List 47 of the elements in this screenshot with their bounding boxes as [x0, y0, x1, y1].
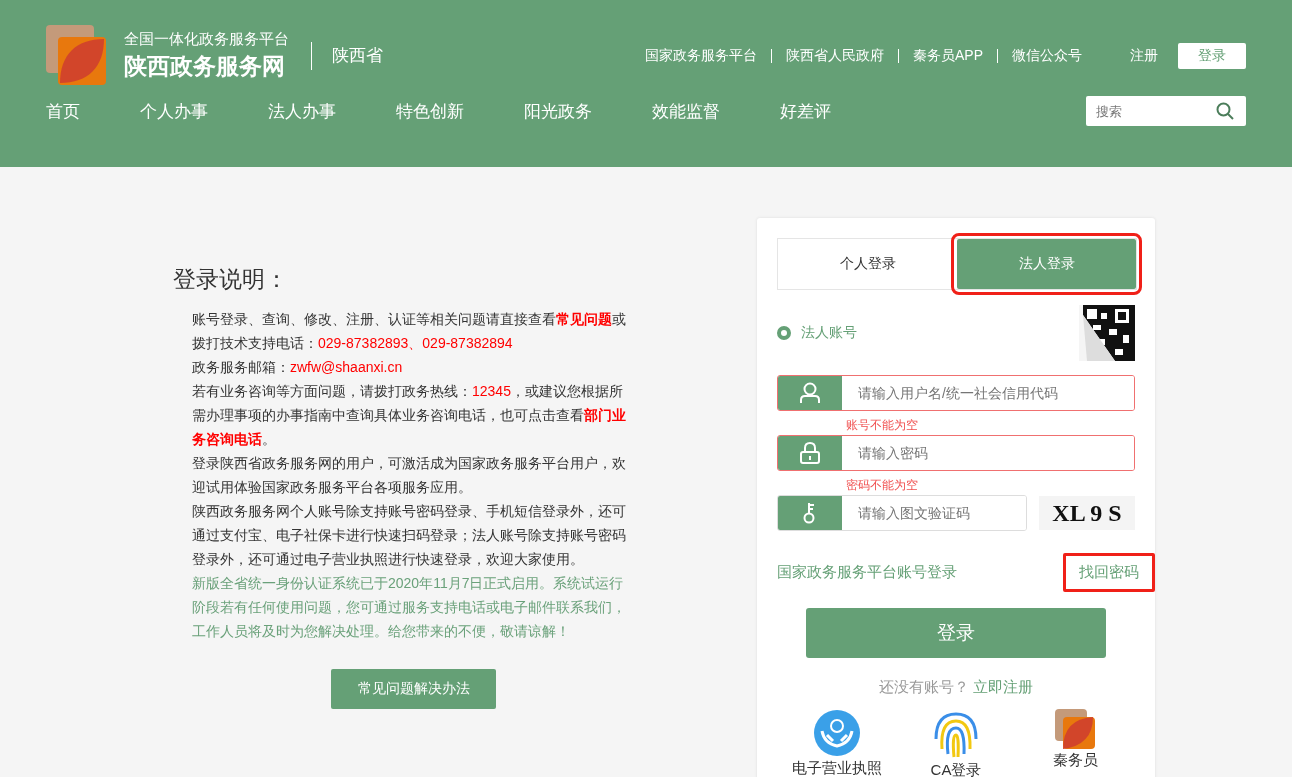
search-field[interactable]: 搜索	[1086, 96, 1246, 126]
nav-item[interactable]: 效能监督	[652, 99, 720, 123]
login-button[interactable]: 登录	[1178, 43, 1246, 69]
search-icon[interactable]	[1216, 102, 1234, 120]
login-method-label[interactable]: CA登录	[930, 761, 982, 777]
top-link[interactable]: 陕西省人民政府	[786, 47, 884, 65]
top-link[interactable]: 微信公众号	[1012, 47, 1082, 65]
region-label: 陕西省	[311, 42, 383, 70]
qr-code-icon[interactable]	[1079, 305, 1135, 361]
paragraph: 新版全省统一身份认证系统已于2020年11月7日正式启用。系统试运行阶段若有任何使用问题，您可通过服务支持电话或电子邮件联系我们，工作人员将及时为您解决处理。给您带来的不便，敬请谅解！	[192, 574, 627, 641]
paragraph: 政务服务邮箱：zwfw@shaanxi.cn	[192, 358, 404, 377]
top-link[interactable]: 秦务员APP	[913, 47, 983, 65]
key-icon	[803, 502, 817, 524]
login-method-label[interactable]: 秦务员	[1052, 751, 1098, 770]
paragraph: 若有业务咨询等方面问题，请拨打政务热线：12345，或建议您根据所需办理事项的办事指南中查询具体业务咨询电话，也可点击查看部门业务咨询电话。	[192, 382, 627, 449]
hands-globe-icon[interactable]	[812, 709, 861, 757]
radio-button[interactable]	[777, 326, 791, 340]
platform-subtitle: 全国一体化政务服务平台	[124, 30, 289, 49]
nav-item[interactable]: 特色创新	[396, 99, 464, 123]
error-message: 账号不能为空	[846, 417, 919, 433]
nav-item[interactable]: 首页	[46, 99, 80, 123]
forgot-password-link[interactable]: 找回密码	[1063, 553, 1155, 592]
account-type-label: 法人账号	[801, 324, 857, 342]
app-logo-icon[interactable]	[1055, 709, 1096, 749]
nav-item[interactable]: 个人办事	[140, 99, 208, 123]
nav-item[interactable]: 阳光政务	[524, 99, 592, 123]
site-title: 陕西政务服务网	[124, 52, 286, 81]
paragraph: 陕西政务服务网个人账号除支持账号密码登录、手机短信登录外，还可通过支付宝、电子社保卡进行快速扫码登录；法人账号除支持账号密码登录外，还可通过电子营业执照进行快速登录，欢迎大家使用。	[192, 502, 627, 569]
input-field[interactable]: 请输入用户名/统一社会信用代码	[777, 375, 1135, 411]
user-icon	[800, 382, 820, 404]
captcha-image[interactable]: XL 9 S	[1039, 496, 1135, 530]
paragraph: 登录陕西省政务服务网的用户，可激活成为国家政务服务平台用户，欢迎试用体验国家政务服务平台各项服务应用。	[192, 454, 627, 497]
register-link[interactable]: 立即注册	[973, 678, 1033, 697]
no-account-text: 还没有账号？	[879, 678, 969, 697]
lock-icon	[800, 442, 820, 464]
national-login-link[interactable]: 国家政务服务平台账号登录	[777, 563, 957, 582]
top-link[interactable]: 国家政务服务平台	[645, 47, 757, 65]
logo-icon	[46, 25, 108, 87]
login-method-label[interactable]: 电子营业执照	[791, 759, 882, 777]
section-heading: 登录说明：	[173, 265, 289, 294]
nav-item[interactable]: 法人办事	[268, 99, 336, 123]
login-submit-button[interactable]: 登录	[806, 608, 1106, 658]
faq-button[interactable]: 常见问题解决办法	[331, 669, 496, 709]
register-link[interactable]: 注册	[1130, 47, 1158, 65]
nav-item[interactable]: 好差评	[780, 99, 831, 123]
input-field[interactable]: 请输入密码	[777, 435, 1135, 471]
error-message: 密码不能为空	[846, 477, 919, 493]
